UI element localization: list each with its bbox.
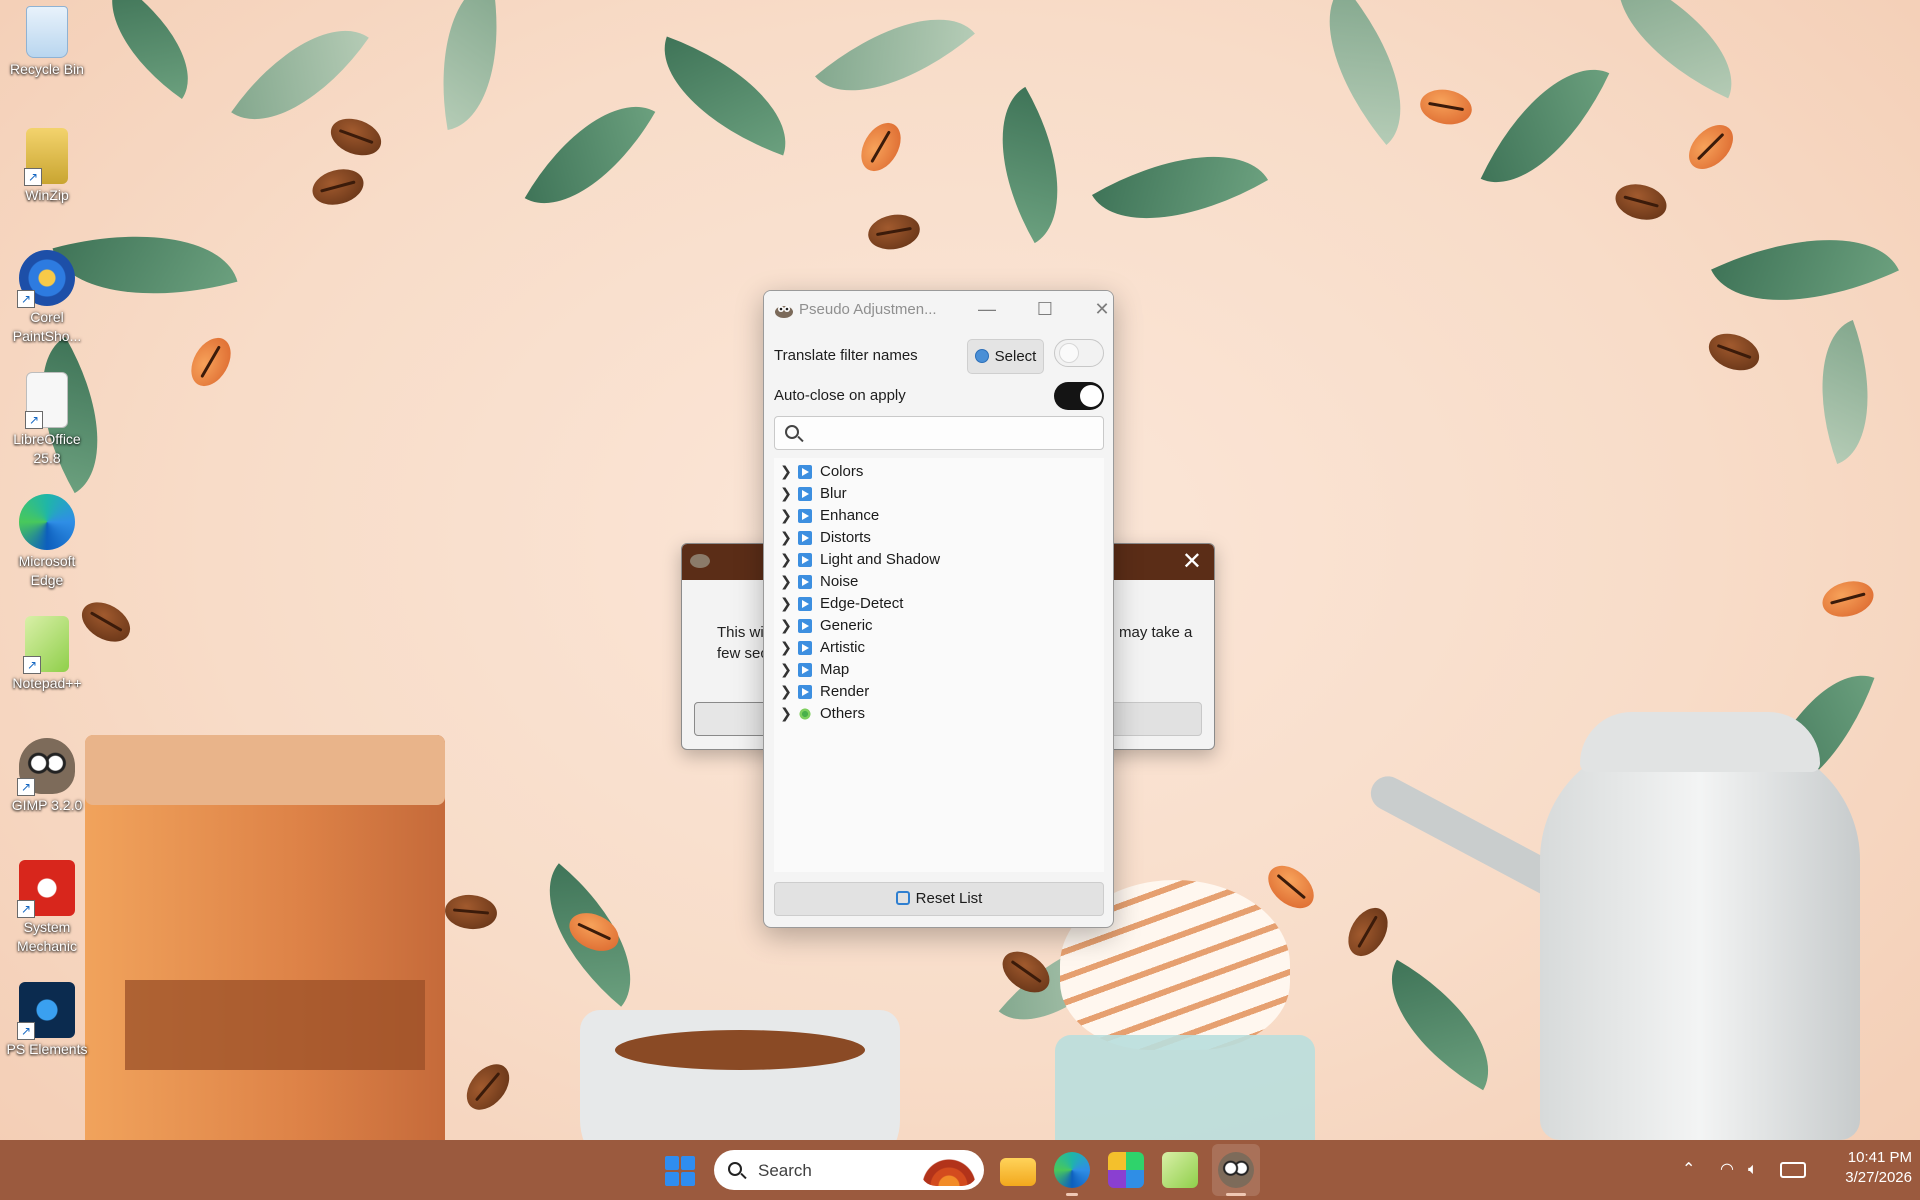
filter-category-icon	[798, 553, 812, 567]
clock[interactable]: 10:41 PM 3/27/2026	[1822, 1148, 1912, 1188]
filter-category-icon	[798, 465, 812, 479]
search-highlight-icon	[920, 1154, 978, 1186]
clock-time: 10:41 PM	[1847, 1149, 1912, 1166]
filter-category-icon	[798, 663, 812, 677]
libreoffice-icon: ↗	[25, 372, 68, 429]
desktop-icon-ps-elements[interactable]: ↗ PS Elements	[2, 982, 92, 1059]
shortcut-arrow-icon: ↗	[23, 656, 41, 674]
globe-icon	[974, 349, 989, 363]
search-input[interactable]	[807, 421, 1097, 445]
refresh-icon	[895, 891, 910, 905]
shortcut-arrow-icon: ↗	[25, 411, 43, 429]
chevron-right-icon[interactable]: ❯	[779, 700, 793, 727]
gimp-icon: ↗	[17, 738, 75, 796]
clock-date: 3/27/2026	[1845, 1169, 1912, 1186]
maximize-button[interactable]: ☐	[1025, 295, 1065, 323]
chevron-up-icon[interactable]: ⌃	[1682, 1140, 1695, 1200]
message-end: may take a	[1119, 624, 1193, 641]
search-icon	[728, 1162, 742, 1176]
desktop-icon-winzip[interactable]: ↗ WinZip	[2, 128, 92, 205]
edge-taskbar-icon[interactable]	[1054, 1152, 1090, 1188]
pseudo-adjustments-window: Pseudo Adjustmen... — ☐ ✕ Translate filt…	[763, 290, 1114, 928]
filter-category-icon	[798, 641, 812, 655]
wifi-icon[interactable]: ◠	[1720, 1140, 1734, 1200]
desktop-icon-libreoffice[interactable]: ↗ LibreOffice 25.8	[2, 372, 92, 468]
search-field[interactable]	[774, 416, 1104, 450]
desktop-icon-recycle-bin[interactable]: Recycle Bin	[2, 6, 92, 79]
windows-logo-icon	[665, 1156, 679, 1170]
filter-category-tree[interactable]: ❯ Colors ❯ Blur ❯ Enhance ❯ Distorts ❯ Light …	[774, 458, 1104, 872]
shortcut-arrow-icon: ↗	[17, 290, 35, 308]
desktop-icon-microsoft-edge[interactable]: Microsoft Edge	[2, 494, 92, 590]
filter-category-icon	[798, 509, 812, 523]
desktop-icon-gimp[interactable]: ↗ GIMP 3.2.0	[2, 738, 92, 815]
notepadpp-icon: ↗	[23, 616, 69, 674]
filter-category-icon	[798, 597, 812, 611]
ps-elements-icon: ↗	[17, 982, 75, 1040]
filter-category-icon	[798, 685, 812, 699]
shortcut-arrow-icon: ↗	[17, 778, 35, 796]
gimp-icon	[775, 306, 793, 318]
gimp-taskbar-icon	[1218, 1152, 1254, 1188]
translate-filter-names-label: Translate filter names	[774, 347, 918, 364]
message-line2: few sec	[717, 645, 768, 662]
title-bar[interactable]: Pseudo Adjustmen... — ☐ ✕	[764, 291, 1113, 328]
close-icon[interactable]: ✕	[1182, 548, 1202, 576]
translate-toggle[interactable]	[1054, 339, 1104, 367]
toggle-knob	[1080, 385, 1102, 407]
volume-icon[interactable]: 🔈︎	[1748, 1140, 1758, 1200]
filter-category-icon	[798, 487, 812, 501]
filter-category-icon	[798, 575, 812, 589]
shortcut-arrow-icon: ↗	[24, 168, 42, 186]
edge-icon	[19, 494, 75, 550]
filter-category-icon	[798, 619, 812, 633]
corel-paintshop-icon: ↗	[17, 250, 75, 308]
winzip-icon: ↗	[24, 128, 68, 186]
system-mechanic-icon: ↗	[17, 860, 75, 918]
desktop-icon-notepadpp[interactable]: ↗ Notepad++	[2, 616, 92, 693]
auto-close-toggle[interactable]	[1054, 382, 1104, 410]
gimp-icon	[690, 554, 710, 568]
message-start: This wi	[717, 624, 764, 641]
others-category-icon	[798, 707, 812, 721]
desktop-icon-corel-paintshop[interactable]: ↗ Corel PaintSho...	[2, 250, 92, 346]
file-explorer-icon[interactable]	[1000, 1158, 1036, 1186]
notepadpp-taskbar-icon[interactable]	[1162, 1152, 1198, 1188]
taskbar-search[interactable]: Search	[714, 1150, 984, 1190]
close-button[interactable]: ✕	[1082, 295, 1113, 323]
select-button-label: Select	[994, 348, 1037, 365]
search-icon	[785, 425, 799, 439]
shortcut-arrow-icon: ↗	[17, 1022, 35, 1040]
recycle-bin-icon	[26, 6, 68, 58]
reset-list-button[interactable]: Reset List	[774, 882, 1104, 916]
shortcut-arrow-icon: ↗	[17, 900, 35, 918]
battery-icon[interactable]	[1780, 1162, 1806, 1178]
toggle-knob	[1059, 343, 1079, 363]
minimize-button[interactable]: —	[967, 295, 1007, 323]
start-button[interactable]	[665, 1156, 695, 1186]
tree-item-others[interactable]: ❯ Others	[774, 700, 1104, 727]
taskbar-search-label: Search	[758, 1161, 812, 1180]
microsoft-store-icon[interactable]	[1108, 1152, 1144, 1188]
filter-category-icon	[798, 531, 812, 545]
auto-close-label: Auto-close on apply	[774, 387, 906, 404]
taskbar: Search ⌃ ◠ 🔈︎ 10:41 PM 3/27/2026	[0, 1140, 1920, 1200]
desktop-icon-system-mechanic[interactable]: ↗ System Mechanic	[2, 860, 92, 956]
window-title: Pseudo Adjustmen...	[799, 301, 937, 318]
select-language-button[interactable]: Select	[967, 339, 1044, 374]
reset-list-label: Reset List	[915, 890, 983, 907]
